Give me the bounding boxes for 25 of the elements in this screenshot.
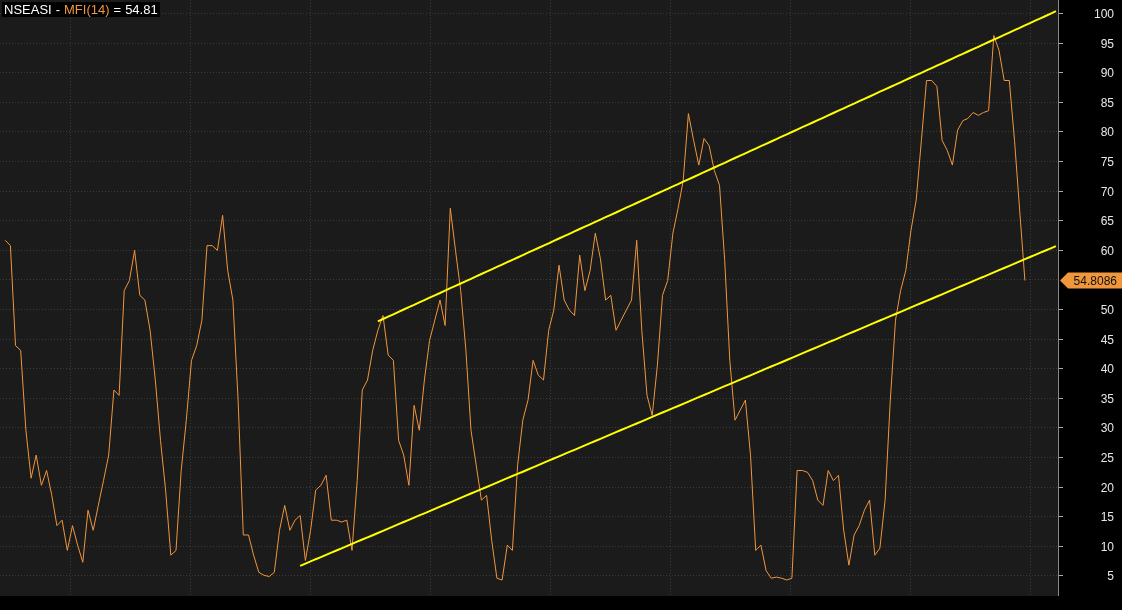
equals-label: =	[113, 2, 122, 17]
axis-tick-label: 40	[1100, 361, 1114, 376]
axis-tick-label: 30	[1100, 420, 1114, 435]
symbol-label: NSEASI	[4, 2, 52, 17]
axis-tick-label: 10	[1100, 539, 1114, 554]
axis-tick-label: 95	[1100, 36, 1114, 51]
axis-tick-label: 100	[1093, 6, 1114, 21]
axis-tick-label: 45	[1100, 332, 1114, 347]
axis-tick-label: 60	[1100, 243, 1114, 258]
axis-tick-label: 15	[1100, 509, 1114, 524]
axis-tick-label: 35	[1100, 391, 1114, 406]
axis-tick-label: 25	[1100, 450, 1114, 465]
last-value-badge: 54.8086	[1060, 272, 1122, 289]
separator-label: -	[55, 2, 61, 17]
axis-tick-label: 70	[1100, 184, 1114, 199]
axis-tick-label: 75	[1100, 154, 1114, 169]
axis-tick-label: 50	[1100, 302, 1114, 317]
indicator-label: MFI(14)	[64, 2, 110, 17]
indicator-value: 54.81	[125, 2, 158, 17]
axis-tick-label: 20	[1100, 480, 1114, 495]
axis-tick-label: 5	[1107, 568, 1114, 583]
axis-tick-label: 85	[1100, 95, 1114, 110]
axis-tick-label: 80	[1100, 124, 1114, 139]
axis-tick-label: 65	[1100, 213, 1114, 228]
axis-tick-label: 90	[1100, 65, 1114, 80]
